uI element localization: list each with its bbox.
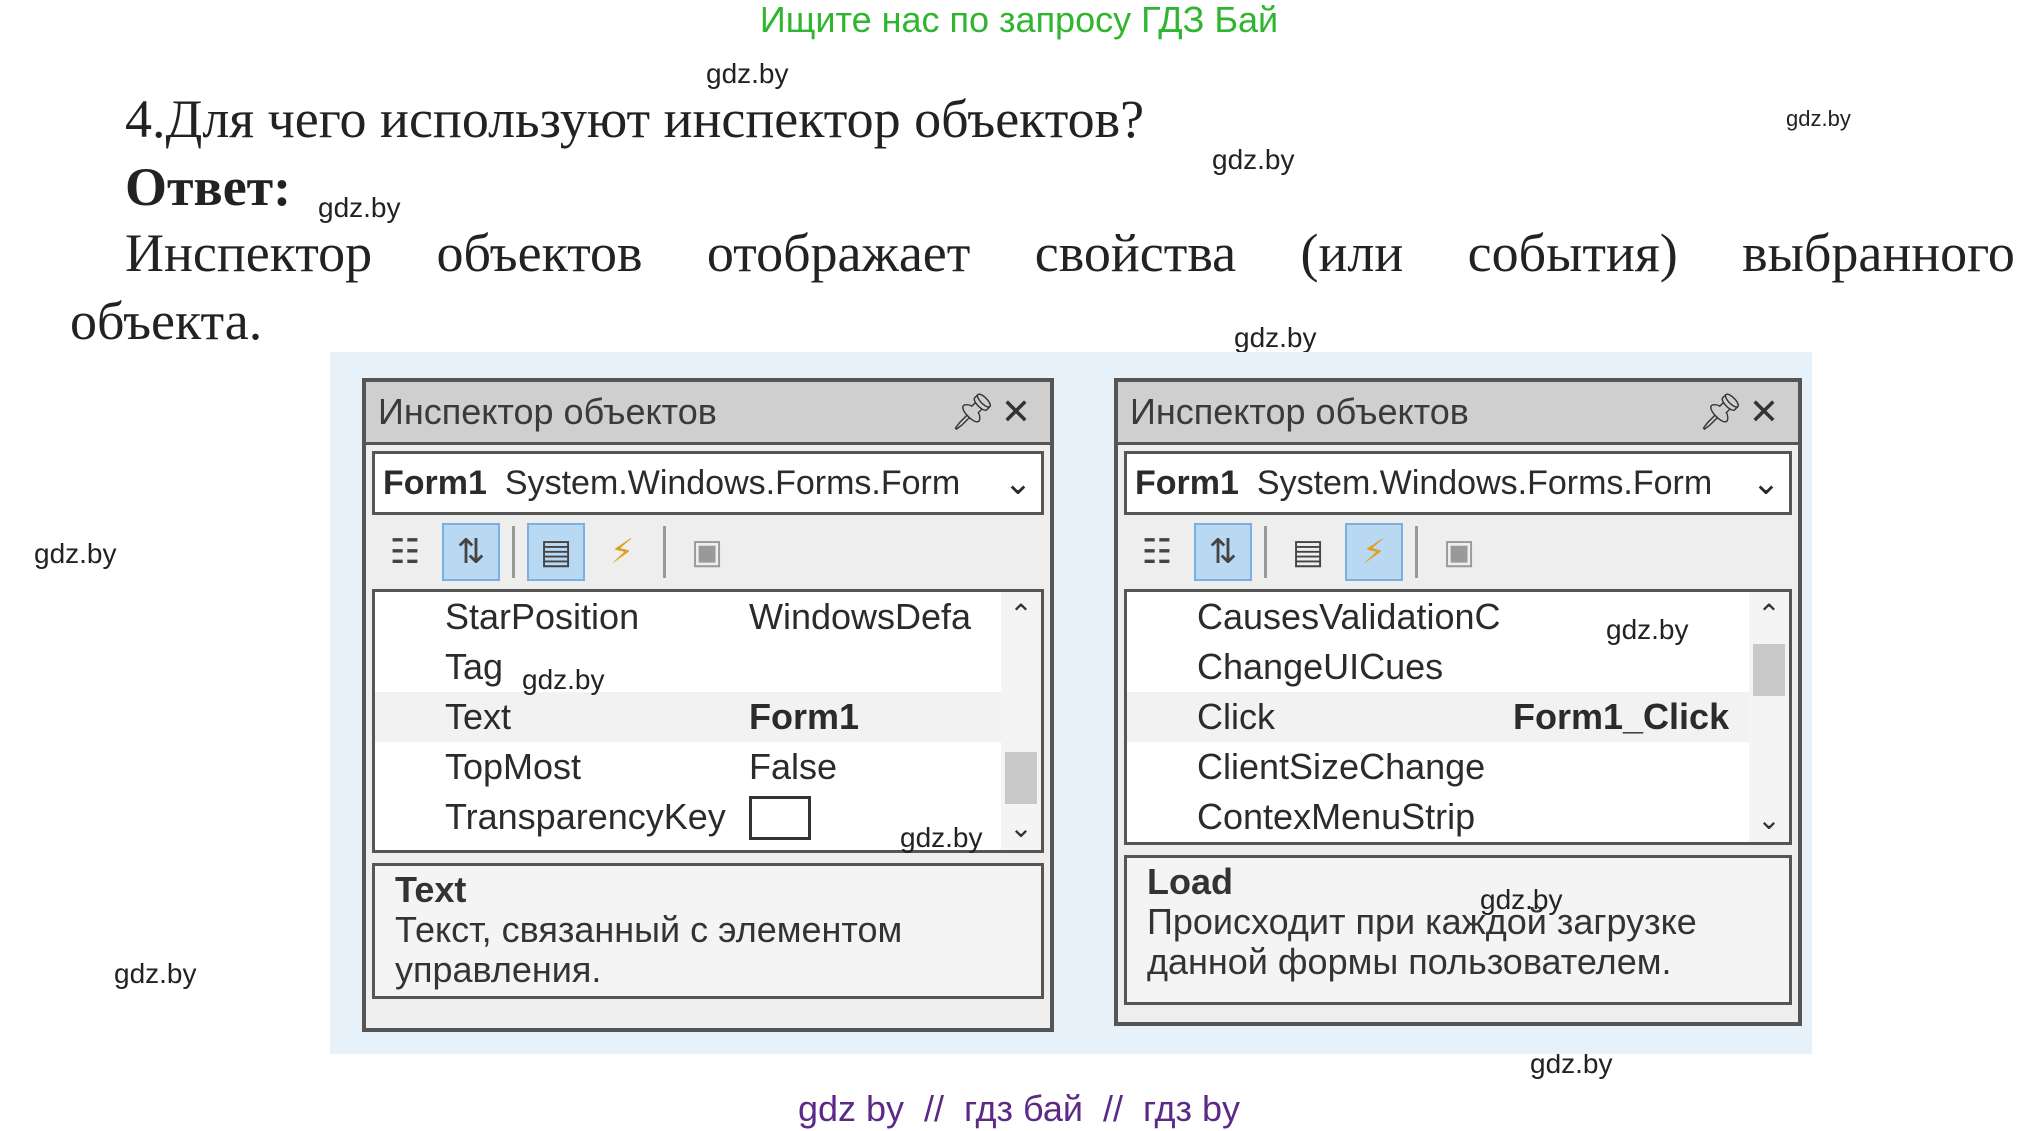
bottom-banner: gdz by // гдз бай // гдз by: [797, 1088, 1241, 1129]
event-grid: CausesValidationC ChangeUICues Click For…: [1124, 589, 1792, 845]
panel-title-bar: Инспектор объектов 📌︎ ✕: [1118, 382, 1798, 445]
watermark: gdz.by: [1234, 322, 1317, 353]
watermark: gdz.by: [522, 664, 605, 695]
object-inspector-events: Инспектор объектов 📌︎ ✕ Form1 System.Win…: [1114, 378, 1802, 1026]
watermark: gdz.by: [1212, 144, 1295, 175]
property-name: TransparencyKey: [445, 796, 726, 837]
object-selector[interactable]: Form1 System.Windows.Forms.Form ⌄: [1124, 451, 1792, 515]
chevron-down-icon[interactable]: ⌄: [1003, 463, 1033, 503]
property-value[interactable]: False: [749, 746, 837, 788]
categorized-icon[interactable]: ☷: [1128, 523, 1186, 581]
chevron-down-icon[interactable]: ⌄: [1751, 463, 1781, 503]
event-row[interactable]: CausesValidationC: [1127, 592, 1789, 642]
object-selector[interactable]: Form1 System.Windows.Forms.Form ⌄: [372, 451, 1044, 515]
object-type: System.Windows.Forms.Form: [504, 463, 961, 502]
answer-word: выбранного: [1742, 223, 2015, 283]
property-row[interactable]: Tag: [375, 642, 1041, 692]
property-name: Text: [445, 696, 512, 737]
panel-title: Инспектор объектов: [1130, 391, 1469, 432]
property-pages-icon[interactable]: ▣: [678, 523, 736, 581]
chevron-up-icon[interactable]: ⌃: [1009, 598, 1032, 631]
chevron-down-icon[interactable]: ⌄: [1009, 811, 1032, 844]
event-name: ContexMenuStrip: [1197, 796, 1476, 837]
panel-title-bar: Инспектор объектов 📌︎ ✕: [366, 382, 1050, 445]
answer-text-line2: объекта.: [70, 291, 263, 351]
watermark: gdz.by: [318, 192, 401, 223]
properties-icon[interactable]: ▤: [1279, 523, 1337, 581]
properties-icon[interactable]: ▤: [527, 523, 585, 581]
categorized-icon[interactable]: ☷: [376, 523, 434, 581]
vertical-scrollbar[interactable]: ⌃ ⌄: [1001, 592, 1041, 850]
chevron-up-icon[interactable]: ⌃: [1757, 598, 1780, 631]
event-row[interactable]: ClientSizeChange: [1127, 742, 1789, 792]
watermark: gdz.by: [34, 538, 117, 569]
object-type: System.Windows.Forms.Form: [1256, 463, 1713, 502]
color-swatch[interactable]: [749, 794, 811, 840]
scroll-thumb[interactable]: [1753, 644, 1785, 696]
property-pages-icon[interactable]: ▣: [1430, 523, 1488, 581]
event-name: ClientSizeChange: [1197, 746, 1486, 787]
top-banner: Ищите нас по запросу ГДЗ Бай: [759, 0, 1279, 40]
chevron-down-icon[interactable]: ⌄: [1757, 803, 1780, 836]
sort-alphabetical-icon[interactable]: ⇅: [442, 523, 500, 581]
description-pane: Load Происходит при каждой загрузке данн…: [1124, 855, 1792, 1005]
close-icon[interactable]: ✕: [1742, 391, 1786, 433]
event-name: Click: [1197, 696, 1275, 737]
answer-label: Ответ:: [125, 157, 292, 217]
close-icon[interactable]: ✕: [994, 391, 1038, 433]
description-text: данной формы пользователем.: [1147, 941, 1672, 982]
vertical-scrollbar[interactable]: ⌃ ⌄: [1749, 592, 1789, 842]
watermark: gdz.by: [900, 822, 983, 853]
event-handler[interactable]: Form1_Click: [1513, 696, 1729, 738]
description-text: Текст, связанный с элементом: [395, 909, 903, 950]
pin-icon[interactable]: 📌︎: [1698, 391, 1744, 433]
answer-word: Инспектор: [125, 223, 373, 283]
answer-text-line1: Инспектор объектов отображает свойства (…: [125, 222, 2015, 284]
answer-word: отображает: [706, 223, 971, 283]
events-lightning-icon[interactable]: ⚡︎: [593, 523, 651, 581]
events-lightning-icon[interactable]: ⚡︎: [1345, 523, 1403, 581]
property-row[interactable]: TopMost False: [375, 742, 1041, 792]
toolbar-separator: [663, 526, 666, 578]
property-grid: StarPosition WindowsDefa Tag Text Form1 …: [372, 589, 1044, 853]
watermark: gdz.by: [1606, 614, 1689, 645]
object-name: Form1: [1135, 463, 1239, 502]
answer-word: объектов: [436, 223, 643, 283]
property-name: TopMost: [445, 746, 582, 787]
description-title: Text: [395, 869, 467, 910]
event-row[interactable]: ContexMenuStrip: [1127, 792, 1789, 842]
scroll-thumb[interactable]: [1005, 752, 1037, 804]
description-title: Load: [1147, 861, 1233, 902]
inspector-toolbar: ☷ ⇅ ▤ ⚡︎ ▣: [366, 515, 1050, 589]
pin-icon[interactable]: 📌︎: [950, 391, 996, 433]
toolbar-separator: [1264, 526, 1267, 578]
property-row[interactable]: Text Form1: [375, 692, 1041, 742]
answer-word: события): [1467, 223, 1678, 283]
watermark: gdz.by: [114, 958, 197, 989]
question-text: 4.Для чего используют инспектор объектов…: [125, 89, 1145, 149]
description-pane: Text Текст, связанный с элементом управл…: [372, 863, 1044, 999]
event-name: CausesValidationC: [1197, 596, 1501, 637]
description-text: Происходит при каждой загрузке: [1147, 901, 1697, 942]
event-row[interactable]: Click Form1_Click: [1127, 692, 1789, 742]
object-name: Form1: [383, 463, 487, 502]
panel-title: Инспектор объектов: [378, 391, 717, 432]
toolbar-separator: [1415, 526, 1418, 578]
answer-word: (или: [1300, 223, 1404, 283]
description-text: управления.: [395, 949, 602, 990]
watermark: gdz.by: [1786, 106, 1851, 131]
property-value[interactable]: Form1: [749, 696, 859, 738]
toolbar-separator: [512, 526, 515, 578]
object-inspector-properties: Инспектор объектов 📌︎ ✕ Form1 System.Win…: [362, 378, 1054, 1032]
watermark: gdz.by: [706, 58, 789, 89]
property-name: StarPosition: [445, 596, 640, 637]
answer-word: свойства: [1034, 223, 1237, 283]
event-row[interactable]: ChangeUICues: [1127, 642, 1789, 692]
sort-alphabetical-icon[interactable]: ⇅: [1194, 523, 1252, 581]
watermark: gdz.by: [1480, 884, 1563, 915]
event-name: ChangeUICues: [1197, 646, 1444, 687]
inspector-toolbar: ☷ ⇅ ▤ ⚡︎ ▣: [1118, 515, 1798, 589]
property-value[interactable]: WindowsDefa: [749, 596, 971, 638]
property-row[interactable]: StarPosition WindowsDefa: [375, 592, 1041, 642]
